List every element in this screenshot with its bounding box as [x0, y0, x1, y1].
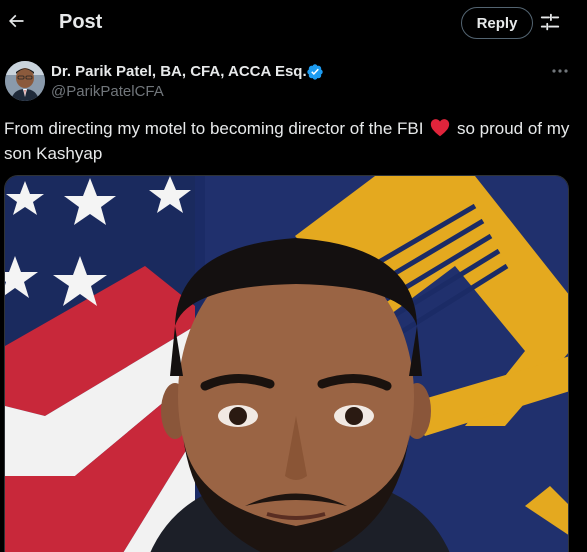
photo-image: [5, 176, 568, 552]
post-author: Dr. Parik Patel, BA, CFA, ACCA Esq. @Par…: [0, 55, 587, 107]
more-options-button[interactable]: [549, 63, 571, 79]
post-text: From directing my motel to becoming dire…: [4, 116, 579, 166]
filter-button[interactable]: [539, 11, 563, 35]
red-heart-icon: [431, 119, 450, 137]
avatar-image: [5, 61, 45, 101]
more-dots-icon: [552, 69, 568, 73]
post-media-photo[interactable]: [4, 175, 569, 552]
arrow-left-icon: [8, 14, 24, 28]
back-button[interactable]: [2, 7, 30, 35]
author-display-name[interactable]: Dr. Parik Patel, BA, CFA, ACCA Esq.: [51, 63, 307, 80]
reply-button[interactable]: Reply: [461, 7, 533, 39]
verified-badge-icon: [307, 64, 323, 80]
sliders-icon: [540, 13, 560, 31]
page-title: Post: [59, 11, 103, 33]
post-text-part-1: From directing my motel to becoming dire…: [4, 119, 424, 138]
author-handle[interactable]: @ParikPatelCFA: [51, 83, 164, 100]
avatar[interactable]: [5, 61, 45, 101]
top-bar: Post Reply: [0, 0, 587, 46]
